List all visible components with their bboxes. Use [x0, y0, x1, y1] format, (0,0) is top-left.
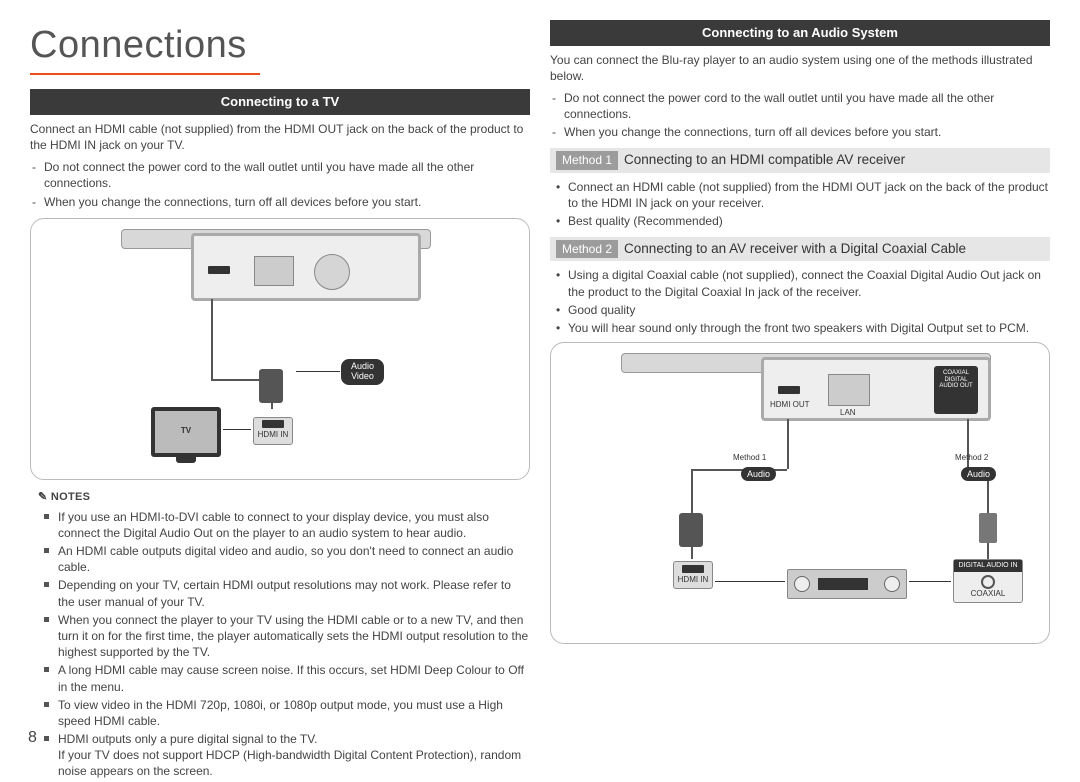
tv-intro: Connect an HDMI cable (not supplied) fro…	[30, 121, 530, 153]
audio-label-m1: Audio	[741, 467, 776, 481]
right-column: Connecting to an Audio System You can co…	[550, 20, 1050, 782]
audio-diagram: HDMI OUT LAN COAXIAL DIGITAL AUDIO OUT M…	[550, 342, 1050, 644]
left-column: Connections Connecting to a TV Connect a…	[30, 20, 530, 782]
m2-bullet-0: Using a digital Coaxial cable (not suppl…	[550, 267, 1050, 299]
hdmi-out-label: HDMI OUT	[770, 400, 810, 411]
audio-warning-1: When you change the connections, turn of…	[550, 124, 1050, 140]
section-header-tv: Connecting to a TV	[30, 89, 530, 115]
tv-note-0: If you use an HDMI-to-DVI cable to conne…	[30, 509, 530, 541]
digital-audio-in-label: DIGITAL AUDIO IN	[954, 560, 1022, 571]
audio-label-m2: Audio	[961, 467, 996, 481]
audio-warning-0: Do not connect the power cord to the wal…	[550, 90, 1050, 122]
hdmi-in-label-2: HDMI IN	[678, 575, 709, 586]
tv-notes: If you use an HDMI-to-DVI cable to conne…	[30, 509, 530, 780]
method1-badge: Method 1	[556, 151, 618, 169]
audio-video-label: Audio Video	[341, 359, 384, 385]
section-header-audio: Connecting to an Audio System	[550, 20, 1050, 46]
coaxial-label: COAXIAL	[954, 589, 1022, 600]
method2-callout: Method 2	[955, 453, 988, 464]
hdmi-in-label: HDMI IN	[258, 430, 289, 441]
m1-bullet-0: Connect an HDMI cable (not supplied) fro…	[550, 179, 1050, 211]
method2-title: Connecting to an AV receiver with a Digi…	[624, 240, 966, 258]
method2-badge: Method 2	[556, 240, 618, 258]
tv-note-3: When you connect the player to your TV u…	[30, 612, 530, 661]
tv-warning-0: Do not connect the power cord to the wal…	[30, 159, 530, 191]
method2-header: Method 2 Connecting to an AV receiver wi…	[550, 237, 1050, 261]
method2-bullets: Using a digital Coaxial cable (not suppl…	[550, 267, 1050, 336]
tv-warnings: Do not connect the power cord to the wal…	[30, 159, 530, 210]
tv-note-6: HDMI outputs only a pure digital signal …	[30, 731, 530, 780]
audio-warnings: Do not connect the power cord to the wal…	[550, 90, 1050, 141]
page-number: 8	[28, 727, 37, 749]
title-underline	[30, 73, 260, 75]
m2-bullet-2: You will hear sound only through the fro…	[550, 320, 1050, 336]
method1-callout: Method 1	[733, 453, 766, 464]
m1-bullet-1: Best quality (Recommended)	[550, 213, 1050, 229]
method1-title: Connecting to an HDMI compatible AV rece…	[624, 151, 905, 169]
tv-warning-1: When you change the connections, turn of…	[30, 194, 530, 210]
notes-heading: NOTES	[38, 490, 530, 505]
audio-intro: You can connect the Blu-ray player to an…	[550, 52, 1050, 84]
tv-note-5: To view video in the HDMI 720p, 1080i, o…	[30, 697, 530, 729]
method1-header: Method 1 Connecting to an HDMI compatibl…	[550, 148, 1050, 172]
lan-label: LAN	[840, 408, 856, 419]
tv-note-2: Depending on your TV, certain HDMI outpu…	[30, 577, 530, 609]
method1-bullets: Connect an HDMI cable (not supplied) fro…	[550, 179, 1050, 230]
m2-bullet-1: Good quality	[550, 302, 1050, 318]
tv-diagram: Audio Video HDMI IN TV	[30, 218, 530, 480]
tv-label: TV	[155, 411, 217, 453]
coax-out-label: COAXIAL DIGITAL AUDIO OUT	[934, 366, 978, 414]
tv-note-1: An HDMI cable outputs digital video and …	[30, 543, 530, 575]
tv-note-4: A long HDMI cable may cause screen noise…	[30, 662, 530, 694]
page-title: Connections	[30, 20, 530, 71]
